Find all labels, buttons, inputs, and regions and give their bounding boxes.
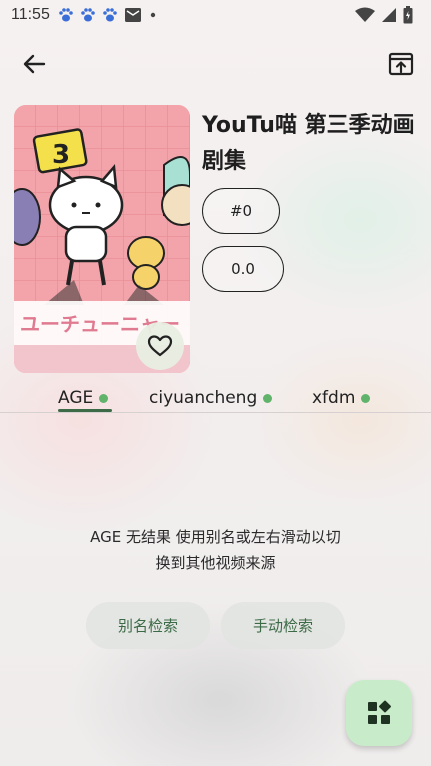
- tab-label: xfdm: [312, 388, 356, 408]
- battery-icon: [403, 6, 413, 24]
- heart-outline-icon: [147, 335, 173, 357]
- active-tab-indicator: [58, 409, 112, 412]
- status-dot: [263, 393, 273, 403]
- message-line-1: AGE 无结果 使用别名或左右滑动以切: [90, 528, 341, 546]
- baidu-paw-icon: [81, 8, 95, 22]
- widgets-icon: [368, 700, 391, 724]
- top-app-bar: [0, 42, 431, 82]
- status-time: 11:55: [11, 6, 50, 23]
- widgets-fab[interactable]: [346, 680, 412, 746]
- dot-icon: [150, 12, 156, 18]
- message-line-2: 换到其他视频来源: [155, 554, 276, 572]
- tab-xfdm[interactable]: xfdm: [312, 384, 371, 412]
- status-dot: [361, 393, 371, 403]
- status-dot: [99, 393, 109, 403]
- tab-label: ciyuancheng: [149, 388, 258, 408]
- alias-search-button[interactable]: 别名检索: [86, 602, 210, 649]
- baidu-paw-icon: [103, 8, 117, 22]
- anime-title: YouTu喵 第三季动画剧集: [202, 113, 415, 174]
- open-in-browser-icon[interactable]: [387, 50, 415, 78]
- status-bar: 11:55: [0, 0, 431, 30]
- rating-chip[interactable]: 0.0: [202, 246, 284, 292]
- no-result-message: AGE 无结果 使用别名或左右滑动以切 换到其他视频来源: [60, 524, 371, 576]
- tab-age[interactable]: AGE: [58, 384, 109, 412]
- tab-label: AGE: [58, 388, 94, 408]
- poster-number: 3: [52, 140, 70, 170]
- mail-icon: [124, 8, 141, 22]
- signal-icon: [382, 8, 396, 22]
- back-arrow-icon[interactable]: [18, 48, 50, 80]
- wifi-icon: [355, 7, 375, 22]
- tab-ciyuancheng[interactable]: ciyuancheng: [149, 384, 273, 412]
- source-tabs: AGE ciyuancheng xfdm: [0, 384, 431, 413]
- favorite-button[interactable]: [136, 322, 184, 370]
- baidu-paw-icon: [59, 8, 73, 22]
- manual-search-button[interactable]: 手动检索: [221, 602, 345, 649]
- episode-chip[interactable]: #0: [202, 188, 280, 234]
